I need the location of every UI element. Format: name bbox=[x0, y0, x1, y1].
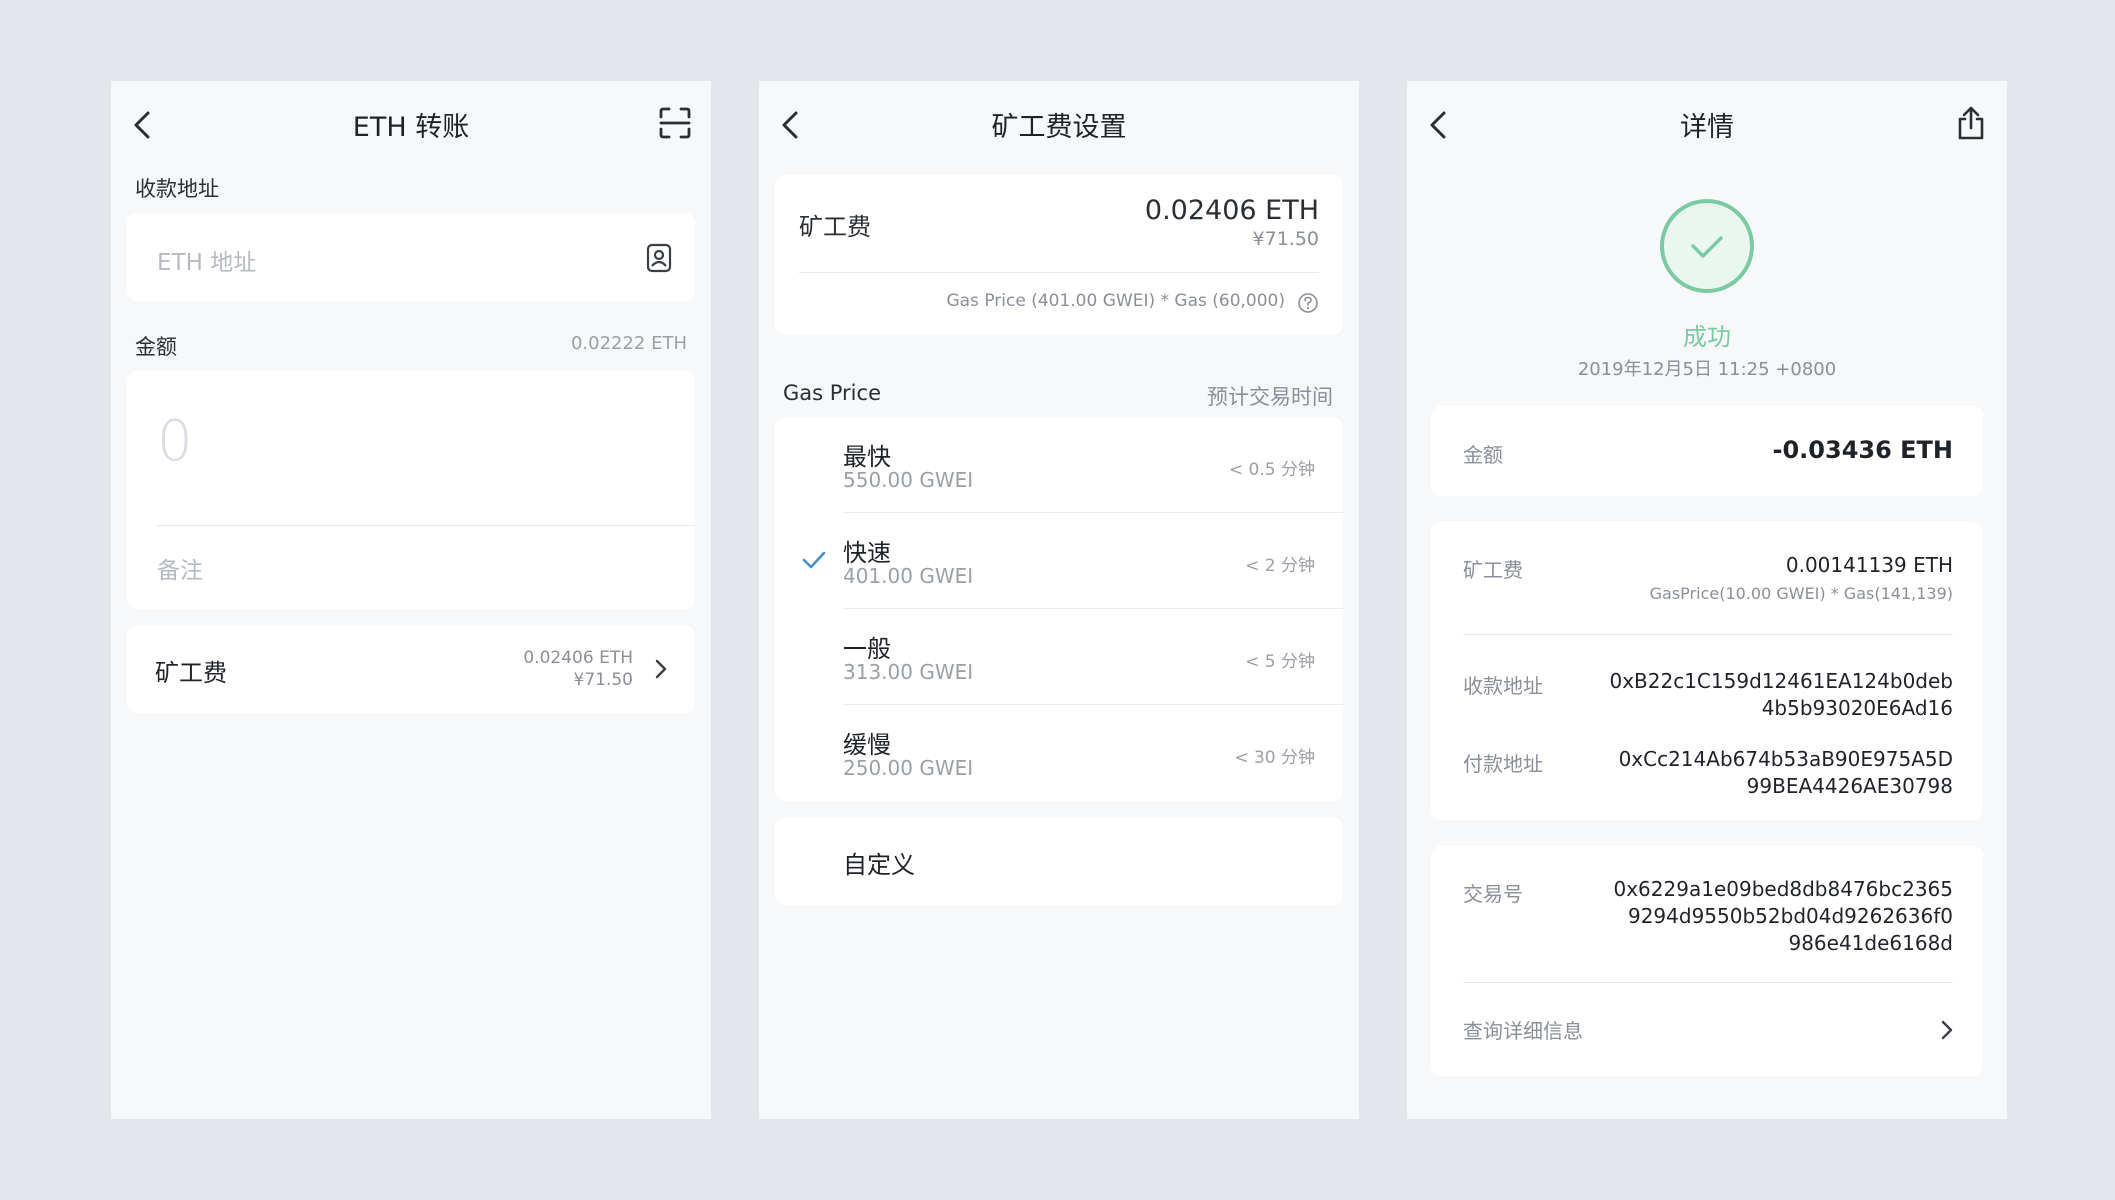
view-more-row[interactable]: 查询详细信息 bbox=[1431, 983, 1983, 1076]
amount-card: 金额 -0.03436 ETH bbox=[1431, 406, 1983, 496]
memo-input[interactable]: 备注 bbox=[157, 551, 203, 585]
share-icon[interactable] bbox=[1953, 105, 1989, 141]
tx-hash-line: 0x6229a1e09bed8db8476bc2365 bbox=[1613, 877, 1954, 901]
fee-label: 矿工费 bbox=[155, 659, 227, 687]
page-title: 详情 bbox=[1680, 112, 1734, 143]
fee-cny: ¥71.50 bbox=[573, 670, 633, 690]
fee-eth: 0.02406 ETH bbox=[1144, 195, 1319, 226]
fee-label: 矿工费 bbox=[799, 213, 871, 241]
custom-label: 自定义 bbox=[843, 851, 915, 879]
nav-bar: 矿工费设置 bbox=[759, 81, 1359, 165]
gas-option-row[interactable]: 快速 401.00 GWEI < 2 分钟 bbox=[775, 513, 1343, 609]
to-address-line: 4b5b93020E6Ad16 bbox=[1761, 696, 1953, 720]
gas-options-card: 最快 550.00 GWEI < 0.5 分钟快速 401.00 GWEI < 2 分钟… bbox=[775, 417, 1343, 801]
divider bbox=[157, 525, 695, 526]
tx-hash-line: 986e41de6168d bbox=[1788, 931, 1953, 955]
time-header: 预计交易时间 bbox=[1207, 385, 1333, 409]
gas-price-header: Gas Price bbox=[783, 381, 881, 405]
amount-value: -0.03436 ETH bbox=[1772, 436, 1953, 464]
tx-hash-line: 9294d9550b52bd04d9262636f0 bbox=[1627, 904, 1953, 928]
amount-label: 金额 bbox=[1463, 443, 1503, 467]
transaction-datetime: 2019年12月5日 11:25 +0800 bbox=[1577, 359, 1837, 380]
to-address-label: 收款地址 bbox=[1463, 674, 1543, 698]
checkmark-icon bbox=[802, 551, 826, 569]
address-book-icon[interactable] bbox=[645, 243, 673, 273]
option-name: 快速 bbox=[843, 539, 891, 567]
fee-value: 0.00141139 ETH bbox=[1785, 553, 1953, 577]
address-input[interactable]: ETH 地址 bbox=[157, 243, 256, 277]
option-time: < 2 分钟 bbox=[1245, 556, 1315, 576]
amount-card: 0 备注 bbox=[127, 371, 695, 609]
nav-bar: 详情 bbox=[1407, 81, 2007, 165]
option-name: 最快 bbox=[843, 443, 891, 471]
fee-cny: ¥71.50 bbox=[1252, 228, 1319, 250]
page-title: ETH 转账 bbox=[352, 112, 470, 143]
page-title: 矿工费设置 bbox=[991, 112, 1127, 143]
amount-input[interactable]: 0 bbox=[157, 409, 193, 474]
fee-values: 0.02406 ETH ¥71.50 bbox=[523, 647, 633, 691]
nav-bar: ETH 转账 bbox=[111, 81, 711, 165]
option-time: < 0.5 分钟 bbox=[1228, 460, 1315, 480]
divider bbox=[799, 272, 1319, 273]
gas-option-row[interactable]: 最快 550.00 GWEI < 0.5 分钟 bbox=[775, 417, 1343, 513]
to-address-line: 0xB22c1C159d12461EA124b0deb bbox=[1609, 669, 1953, 693]
option-gwei: 550.00 GWEI bbox=[843, 468, 974, 492]
help-icon[interactable] bbox=[1297, 292, 1319, 314]
fee-formula: Gas Price (401.00 GWEI) * Gas (60,000) bbox=[946, 291, 1285, 311]
balance-text: 0.02222 ETH bbox=[570, 333, 687, 354]
divider bbox=[1463, 634, 1953, 635]
to-address-value[interactable]: 0xB22c1C159d12461EA124b0deb 4b5b93020E6A… bbox=[1609, 668, 1953, 722]
from-address-line: 0xCc214Ab674b53aB90E975A5D bbox=[1618, 747, 1953, 771]
scan-icon[interactable] bbox=[657, 105, 693, 141]
from-address-value[interactable]: 0xCc214Ab674b53aB90E975A5D 99BEA4426AE30… bbox=[1619, 746, 1953, 800]
fee-values: 0.02406 ETH ¥71.50 bbox=[1145, 195, 1319, 250]
status-text: 成功 bbox=[1683, 323, 1731, 351]
gas-option-row[interactable]: 缓慢 250.00 GWEI < 30 分钟 bbox=[775, 705, 1343, 801]
amount-label: 金额 bbox=[135, 335, 177, 359]
fee-label: 矿工费 bbox=[1463, 558, 1523, 582]
tx-hash-label: 交易号 bbox=[1463, 882, 1523, 906]
fee-row[interactable]: 矿工费 0.02406 ETH ¥71.50 bbox=[127, 625, 695, 713]
chevron-right-icon bbox=[655, 659, 667, 679]
from-address-label: 付款地址 bbox=[1463, 752, 1543, 776]
from-address-line: 99BEA4426AE30798 bbox=[1746, 774, 1953, 798]
tx-card: 交易号 0x6229a1e09bed8db8476bc2365 9294d955… bbox=[1431, 846, 1983, 1076]
chevron-right-icon bbox=[1941, 1020, 1953, 1040]
fee-settings-screen: 矿工费设置 矿工费 0.02406 ETH ¥71.50 Gas Price (… bbox=[759, 81, 1359, 1119]
success-check-icon bbox=[1660, 199, 1754, 293]
option-gwei: 313.00 GWEI bbox=[843, 660, 974, 684]
address-input-card[interactable]: ETH 地址 bbox=[127, 213, 695, 301]
option-gwei: 250.00 GWEI bbox=[843, 756, 974, 780]
option-gwei: 401.00 GWEI bbox=[843, 564, 974, 588]
fee-address-card: 矿工费 0.00141139 ETH GasPrice(10.00 GWEI) … bbox=[1431, 522, 1983, 820]
option-time: < 30 分钟 bbox=[1234, 748, 1315, 768]
fee-summary-card: 矿工费 0.02406 ETH ¥71.50 Gas Price (401.00… bbox=[775, 175, 1343, 335]
option-name: 一般 bbox=[843, 635, 891, 663]
option-time: < 5 分钟 bbox=[1245, 652, 1315, 672]
address-label: 收款地址 bbox=[135, 177, 219, 201]
tx-hash-value[interactable]: 0x6229a1e09bed8db8476bc2365 9294d9550b52… bbox=[1614, 876, 1954, 957]
view-more-label: 查询详细信息 bbox=[1463, 1019, 1583, 1043]
option-name: 缓慢 bbox=[843, 731, 891, 759]
fee-formula: GasPrice(10.00 GWEI) * Gas(141,139) bbox=[1649, 584, 1953, 603]
fee-eth: 0.02406 ETH bbox=[523, 648, 633, 668]
gas-option-row[interactable]: 一般 313.00 GWEI < 5 分钟 bbox=[775, 609, 1343, 705]
eth-transfer-screen: ETH 转账 收款地址 ETH 地址 金额 0.02222 ETH 0 备注 矿… bbox=[111, 81, 711, 1119]
custom-option[interactable]: 自定义 bbox=[775, 817, 1343, 905]
transaction-detail-screen: 详情 成功 2019年12月5日 11:25 +0800 金额 -0.03436… bbox=[1407, 81, 2007, 1119]
